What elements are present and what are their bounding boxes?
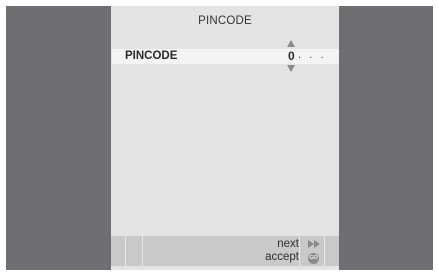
- pincode-digit[interactable]: 0: [288, 49, 295, 63]
- footer-divider: [299, 236, 300, 266]
- arrow-down-icon[interactable]: [287, 65, 295, 72]
- accept-label[interactable]: accept: [265, 251, 299, 263]
- tv-screen: PINCODE PINCODE 0 . . . next accept GO: [0, 0, 439, 276]
- footer-divider: [324, 236, 325, 266]
- pincode-entry-row[interactable]: PINCODE 0 . . .: [112, 49, 339, 64]
- arrow-up-icon[interactable]: [287, 40, 295, 47]
- footer-divider: [142, 236, 143, 266]
- next-label[interactable]: next: [277, 238, 299, 250]
- footer-divider: [125, 236, 126, 266]
- pincode-label: PINCODE: [125, 50, 178, 62]
- menu-title: PINCODE: [198, 15, 252, 27]
- pincode-menu-panel: PINCODE PINCODE 0 . . . next accept GO: [111, 6, 339, 270]
- right-side-panel: [339, 6, 433, 270]
- go-icon[interactable]: GO: [308, 253, 319, 264]
- left-side-panel: [6, 6, 111, 270]
- pincode-remaining-digits: . . .: [298, 49, 327, 61]
- footer-bar: next accept GO: [111, 236, 339, 266]
- fast-forward-icon[interactable]: [308, 240, 320, 248]
